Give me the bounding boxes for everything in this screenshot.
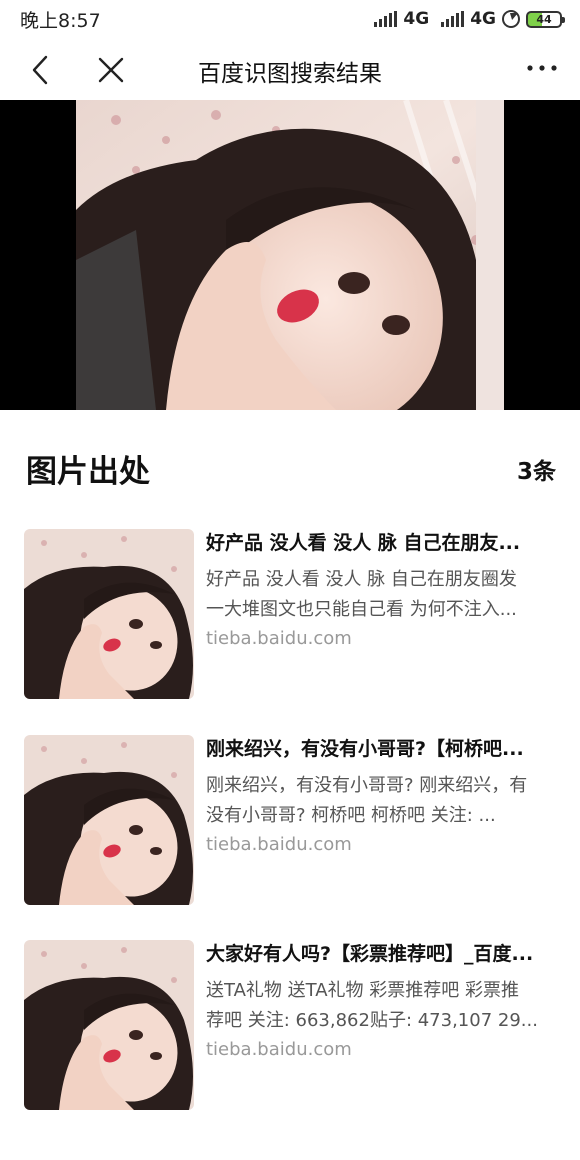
status-time: 晚上8:57 <box>20 9 101 32</box>
status-icons: 4G 4G 44 <box>374 9 565 29</box>
result-thumbnail[interactable] <box>24 940 194 1110</box>
hero-photo <box>76 100 504 410</box>
result-description: 好产品 没人看 没人 脉 自己在朋友圈发 一大堆图文也只能自己看 为何不注入..… <box>206 565 556 625</box>
result-title[interactable]: 大家好有人吗?【彩票推荐吧】_百度... <box>206 940 556 968</box>
result-title[interactable]: 好产品 没人看 没人 脉 自己在朋友... <box>206 529 556 557</box>
result-description: 送TA礼物 送TA礼物 彩票推荐吧 彩票推 荐吧 关注: 663,862贴子: … <box>206 976 556 1036</box>
result-title[interactable]: 刚来绍兴，有没有小哥哥?【柯桥吧... <box>206 735 556 763</box>
result-description: 刚来绍兴，有没有小哥哥? 刚来绍兴，有 没有小哥哥? 柯桥吧 柯桥吧 关注: .… <box>206 771 556 831</box>
result-description-line: 一大堆图文也只能自己看 为何不注入... <box>206 599 517 620</box>
result-item[interactable]: 刚来绍兴，有没有小哥哥?【柯桥吧... 刚来绍兴，有没有小哥哥? 刚来绍兴，有 … <box>24 735 556 905</box>
result-description-line: 好产品 没人看 没人 脉 自己在朋友圈发 <box>206 569 517 590</box>
status-bar: 晚上8:57 4G 4G 44 <box>0 0 580 38</box>
hero-image-area[interactable] <box>0 100 580 508</box>
section-title: 图片出处 <box>26 454 150 490</box>
result-thumbnail[interactable] <box>24 735 194 905</box>
result-source[interactable]: tieba.baidu.com <box>206 831 352 859</box>
result-description-line: 没有小哥哥? 柯桥吧 柯桥吧 关注: ... <box>206 805 496 826</box>
signal-icon <box>441 11 465 27</box>
result-description-line: 荐吧 关注: 663,862贴子: 473,107 29... <box>206 1010 538 1031</box>
result-item[interactable]: 大家好有人吗?【彩票推荐吧】_百度... 送TA礼物 送TA礼物 彩票推荐吧 彩… <box>24 940 556 1110</box>
photo-image <box>24 940 194 1110</box>
result-thumbnail[interactable] <box>24 529 194 699</box>
result-description-line: 刚来绍兴，有没有小哥哥? 刚来绍兴，有 <box>206 775 528 796</box>
signal-icon <box>374 11 398 27</box>
photo-image <box>24 735 194 905</box>
result-source[interactable]: tieba.baidu.com <box>206 625 352 653</box>
network-label: 4G <box>470 9 496 29</box>
result-item[interactable]: 好产品 没人看 没人 脉 自己在朋友... 好产品 没人看 没人 脉 自己在朋友… <box>24 529 556 699</box>
result-count: 3条 <box>516 459 556 485</box>
photo-image <box>76 100 504 410</box>
title-bar: 百度识图搜索结果 <box>0 38 580 100</box>
network-label: 4G <box>403 9 430 29</box>
section-header: 图片出处 3条 <box>26 446 556 490</box>
result-source[interactable]: tieba.baidu.com <box>206 1036 352 1064</box>
more-button[interactable] <box>524 56 560 80</box>
page-title: 百度识图搜索结果 <box>198 61 382 87</box>
photo-image <box>24 529 194 699</box>
result-description-line: 送TA礼物 送TA礼物 彩票推荐吧 彩票推 <box>206 980 519 1001</box>
battery-level: 44 <box>536 12 552 26</box>
charging-icon <box>502 10 520 28</box>
more-dots-icon <box>527 65 557 71</box>
battery-icon: 44 <box>526 10 565 28</box>
